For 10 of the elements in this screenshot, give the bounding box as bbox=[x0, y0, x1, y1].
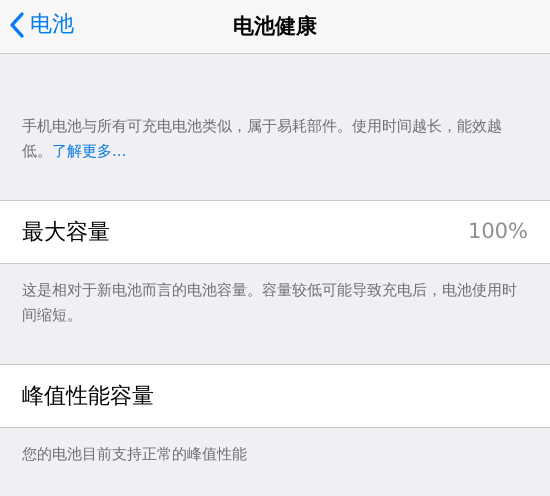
footnote-text: 手机电池与所有可充电电池类似，属于易耗部件。使用时间越长，能效越低。了解更多... bbox=[22, 116, 503, 162]
learn-more-link[interactable]: 了解更多... bbox=[52, 142, 126, 160]
row-label: 最大容量 bbox=[22, 218, 110, 246]
footnote-text: 这是相对于新电池而言的电池容量。容量较低可能导致充电后，电池使用时间缩短。 bbox=[22, 280, 518, 326]
back-chevron-icon bbox=[10, 12, 24, 38]
footnote-text: 您的电池目前支持正常的峰值性能 bbox=[22, 444, 248, 465]
nav-title: 电池健康 bbox=[233, 12, 317, 40]
row-label: 峰值性能容量 bbox=[22, 382, 154, 410]
back-button[interactable]: 电池 bbox=[10, 8, 74, 41]
row-value: 100% bbox=[468, 218, 528, 246]
